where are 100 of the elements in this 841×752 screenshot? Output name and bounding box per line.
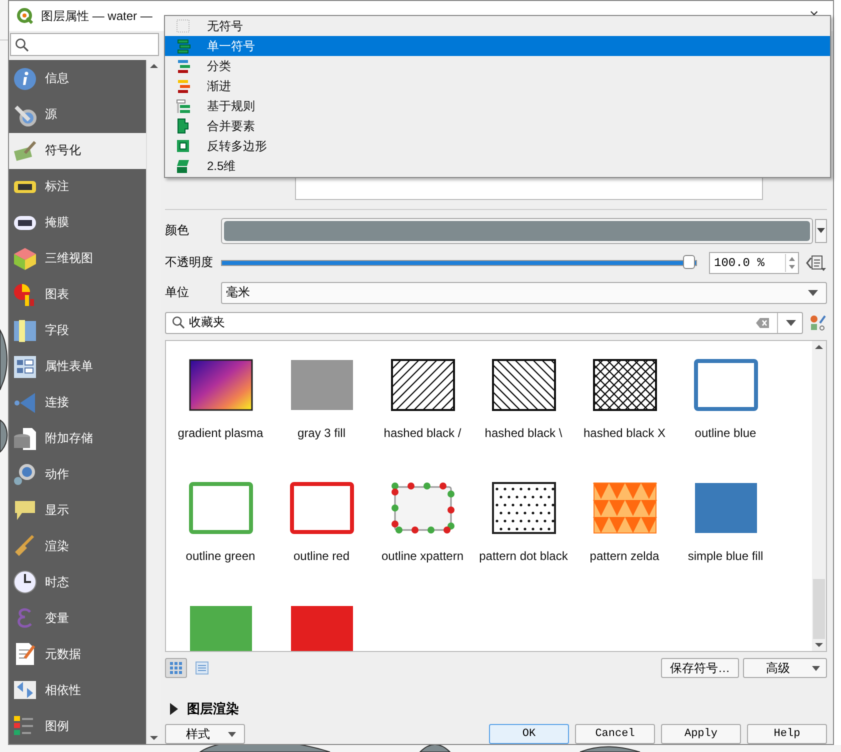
menu-item[interactable]: 2.5维 [165,156,830,176]
menu-item[interactable]: 合并要素 [165,116,830,136]
sidebar-item[interactable]: 源 [9,96,146,133]
menu-item[interactable]: 单一符号 [165,36,830,56]
icon-view-button[interactable] [165,658,187,678]
scroll-up-icon[interactable] [150,64,158,68]
sidebar-item[interactable]: 图表 [9,276,146,313]
sidebar-item[interactable]: 三维视图 [9,240,146,277]
search-icon [15,38,29,52]
symbol-item[interactable]: pattern zelda [574,482,675,605]
symbol-item[interactable]: simple blue fill [675,482,776,605]
symbol-item[interactable]: gray 3 fill [271,358,372,482]
sidebar-item[interactable]: 信息 [9,61,146,97]
renderer-icon [175,18,191,34]
category-icon [13,138,37,163]
app-logo-icon [17,8,33,24]
spin-box[interactable]: 100.0 % [709,252,799,274]
advanced-button[interactable]: 高级 [743,658,827,678]
dialog-button[interactable]: Apply [661,724,741,744]
symbol-preview [592,358,656,411]
sidebar-item[interactable]: 图例 [9,708,146,744]
symbol-item[interactable]: pattern dot black [473,482,574,605]
caret-icon [817,228,825,234]
symbol-item[interactable]: hashed black / [372,358,473,482]
category-icon [13,462,37,486]
sidebar-item[interactable]: 元数据 [9,636,146,672]
sidebar-item[interactable]: 连接 [9,384,146,421]
sidebar-item[interactable]: 时态 [9,564,146,600]
dialog-button[interactable]: Cancel [575,724,655,744]
symbol-item[interactable]: outline red [271,482,372,605]
menu-item[interactable]: 无符号 [165,16,830,36]
menu-item[interactable]: 分类 [165,56,830,76]
category-icon [13,318,37,343]
style-manager-icon[interactable] [809,314,827,332]
symbol-preview [492,482,556,534]
sidebar-item[interactable]: 相依性 [9,672,146,708]
menu-item[interactable]: 基于规则 [165,96,830,116]
spin-arrows-icon[interactable] [785,254,798,272]
symbol-item[interactable]: outline xpattern [372,482,473,605]
renderer-icon [175,38,191,54]
search-field[interactable] [10,33,159,56]
sidebar-item[interactable]: 符号化 [9,132,146,169]
category-icon [13,102,37,127]
style-button[interactable]: 样式 [165,724,245,744]
category-icon [13,282,37,307]
renderer-icon [175,78,191,94]
sidebar-item[interactable]: 附加存储 [9,420,146,456]
caret-icon[interactable] [786,320,796,326]
collapsed-arrow-icon[interactable] [169,703,179,715]
window-title: 图层属性 — water — [41,8,152,24]
list-icon [195,661,209,675]
sidebar-item[interactable]: 显示 [9,492,146,528]
menu-item[interactable]: 反转多边形 [165,136,830,156]
renderer-icon [175,158,191,174]
dropdown-button[interactable] [815,218,827,243]
caret-icon [808,290,818,296]
scroll-down-icon[interactable] [815,643,823,647]
category-icon [13,426,37,450]
field-label: 不透明度 [165,254,214,272]
section-heading[interactable]: 图层渲染 [187,700,239,718]
renderer-icon [175,138,191,154]
dialog-button[interactable]: Help [747,724,827,744]
sidebar-item[interactable]: 掩膜 [9,204,146,241]
scroll-thumb[interactable] [813,579,825,639]
category-icon [13,570,37,594]
renderer-icon [175,98,191,114]
clear-icon[interactable] [756,318,769,328]
scroll-down-icon[interactable] [150,736,158,740]
color-button[interactable] [221,218,813,244]
symbol-preview [492,358,556,411]
menu-item[interactable]: 渐进 [165,76,830,96]
search-field[interactable]: 收藏夹 [165,312,803,334]
category-icon [13,498,37,522]
symbol-item[interactable]: hashed black \ [473,358,574,482]
category-icon [13,534,37,558]
sidebar-item[interactable]: 动作 [9,456,146,492]
symbol-item[interactable]: hashed black X [574,358,675,482]
scroll-up-icon[interactable] [815,344,823,349]
scrollbar[interactable] [812,340,826,651]
category-icon [13,66,37,91]
opacity-slider[interactable] [221,254,697,271]
sidebar-item[interactable]: 标注 [9,168,146,205]
unit-dropdown[interactable]: 毫米 [221,282,827,304]
search-icon [172,316,185,330]
symbol-item[interactable]: outline blue [675,358,776,482]
sidebar-item[interactable]: 渲染 [9,528,146,564]
data-defined-icon[interactable] [805,254,827,272]
sidebar-item[interactable]: 属性表单 [9,348,146,385]
category-icon [13,642,37,666]
symbol-preview [188,358,252,411]
sidebar-item[interactable]: 变量 [9,600,146,636]
field-label: 单位 [165,284,190,302]
caret-icon [228,732,236,736]
symbol-item[interactable]: outline green [170,482,271,605]
symbol-item[interactable]: gradient plasma [170,358,271,482]
dialog-button[interactable]: OK [489,724,569,744]
sidebar-item[interactable]: 字段 [9,312,146,349]
symbol-preview [592,482,656,534]
renderer-icon [175,118,191,134]
save-symbol-button[interactable]: 保存符号… [661,658,739,678]
